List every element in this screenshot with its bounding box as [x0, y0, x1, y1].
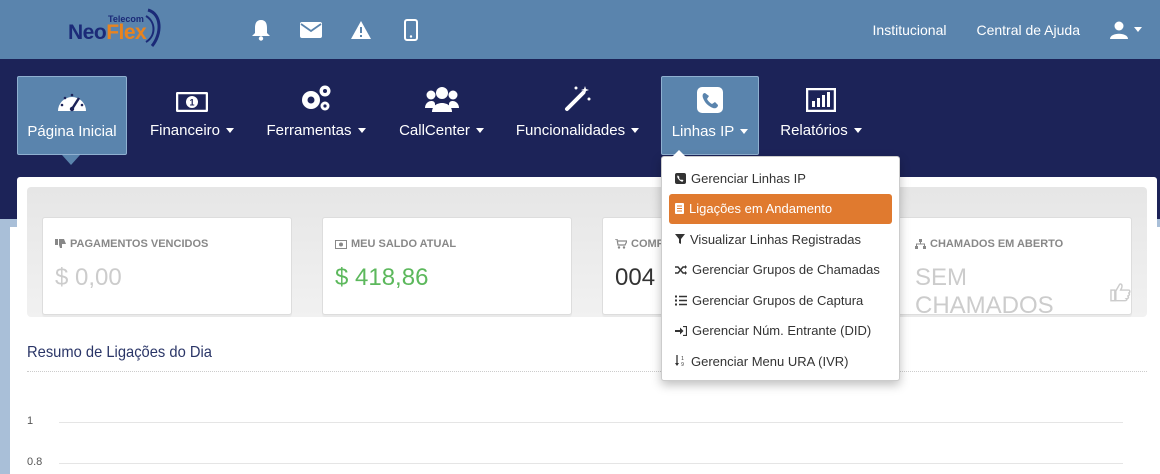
menu-item-gerenciar-grupos-de-chamadas[interactable]: Gerenciar Grupos de Chamadas	[669, 255, 892, 286]
notification-icons	[236, 15, 436, 45]
cart-icon	[615, 239, 627, 249]
card-title: CHAMADOS EM ABERTO	[930, 238, 1064, 250]
menu-item-label: Gerenciar Menu URA (IVR)	[691, 353, 849, 369]
top-links: Institucional Central de Ajuda	[873, 0, 1160, 59]
section-title: Resumo de Ligações do Dia	[27, 344, 212, 361]
menu-item-ligacoes-em-andamento[interactable]: Ligações em Andamento	[669, 193, 892, 224]
menu-item-label: Gerenciar Linhas IP	[691, 170, 806, 186]
chart-y-tick: 1	[27, 415, 34, 427]
menu-item-visualizar-linhas-registradas[interactable]: Visualizar Linhas Registradas	[669, 224, 892, 255]
svg-text:1: 1	[189, 98, 194, 108]
logo-text: NeoFlex	[68, 21, 147, 44]
magic-wand-icon	[564, 76, 592, 116]
sitemap-icon	[915, 239, 926, 249]
card-title: COMP	[631, 238, 664, 250]
active-nav-pointer	[62, 155, 80, 165]
card-meu-saldo-atual[interactable]: MEU SALDO ATUAL $ 418,86	[322, 217, 572, 315]
user-icon	[1110, 21, 1128, 39]
logo-swoosh-icon	[145, 8, 161, 47]
sort-numeric-icon: 19	[675, 355, 684, 367]
card-chamados-em-aberto[interactable]: CHAMADOS EM ABERTO SEM CHAMADOS	[882, 217, 1132, 319]
menu-item-label: Gerenciar Núm. Entrante (DID)	[692, 323, 872, 339]
phone-square-icon	[675, 172, 686, 184]
chart-y-tick: 0.8	[27, 456, 43, 468]
list-ol-icon	[675, 295, 687, 306]
chevron-down-icon	[631, 128, 640, 133]
bar-chart-icon	[806, 76, 836, 116]
menu-item-label: Visualizar Linhas Registradas	[690, 231, 862, 247]
card-value: SEM CHAMADOS	[915, 264, 1054, 319]
chevron-down-icon	[226, 128, 235, 133]
random-icon	[675, 264, 687, 275]
summary-cards: PAGAMENTOS VENCIDOS $ 0,00 MEU SALDO ATU…	[27, 187, 1147, 319]
menu-item-gerenciar-menu-ura-ivr[interactable]: 19 Gerenciar Menu URA (IVR)	[669, 346, 892, 377]
chevron-down-icon	[1134, 27, 1142, 32]
sign-in-icon	[675, 325, 687, 336]
warning-icon[interactable]	[336, 15, 386, 45]
nav-label: CallCenter	[399, 122, 470, 139]
user-menu[interactable]	[1110, 21, 1142, 39]
phone-icon	[697, 77, 723, 117]
menu-item-label: Gerenciar Grupos de Chamadas	[692, 262, 880, 278]
linhas-ip-dropdown: Gerenciar Linhas IP Ligações em Andament…	[661, 150, 900, 381]
nav-label: Funcionalidades	[515, 122, 626, 139]
card-title: MEU SALDO ATUAL	[351, 238, 457, 250]
nav-funcionalidades[interactable]: Funcionalidades	[510, 76, 645, 155]
nav-relatorios[interactable]: Relatórios	[775, 76, 867, 155]
users-icon	[424, 76, 459, 116]
menu-item-gerenciar-grupos-de-captura[interactable]: Gerenciar Grupos de Captura	[669, 285, 892, 316]
card-value: $ 0,00	[55, 264, 122, 291]
neoflex-logo[interactable]: Telecom NeoFlex	[68, 8, 168, 52]
filter-icon	[675, 234, 685, 245]
nav-ferramentas[interactable]: Ferramentas	[260, 76, 372, 155]
envelope-icon[interactable]	[286, 15, 336, 45]
menu-item-label: Ligações em Andamento	[689, 201, 833, 217]
thumbs-up-icon	[1109, 283, 1131, 302]
mobile-icon[interactable]	[386, 15, 436, 45]
chevron-down-icon	[475, 128, 484, 133]
menu-item-gerenciar-linhas-ip[interactable]: Gerenciar Linhas IP	[669, 163, 892, 194]
nav-linhas-ip[interactable]: Linhas IP	[661, 76, 759, 155]
link-central-de-ajuda[interactable]: Central de Ajuda	[976, 22, 1080, 38]
nav-label: Linhas IP	[671, 123, 735, 140]
main-content: PAGAMENTOS VENCIDOS $ 0,00 MEU SALDO ATU…	[0, 177, 1160, 474]
gears-icon	[300, 76, 332, 116]
dashboard-panel: PAGAMENTOS VENCIDOS $ 0,00 MEU SALDO ATU…	[17, 177, 1157, 474]
nav-pagina-inicial[interactable]: Página Inicial	[17, 76, 127, 155]
nav-callcenter[interactable]: CallCenter	[393, 76, 490, 155]
card-pagamentos-vencidos[interactable]: PAGAMENTOS VENCIDOS $ 0,00	[42, 217, 292, 315]
money-icon: 1	[176, 76, 208, 116]
bell-icon[interactable]	[236, 15, 286, 45]
menu-item-gerenciar-num-entrante-did[interactable]: Gerenciar Núm. Entrante (DID)	[669, 316, 892, 347]
card-value: $ 418,86	[335, 264, 429, 291]
nav-financeiro[interactable]: 1 Financeiro	[143, 76, 241, 155]
money-icon	[335, 239, 347, 249]
thumbs-down-icon	[55, 239, 66, 248]
svg-text:9: 9	[681, 362, 684, 367]
list-icon	[675, 203, 684, 215]
nav-label: Relatórios	[780, 122, 848, 139]
nav-label: Página Inicial	[27, 123, 117, 140]
nav-label: Financeiro	[149, 122, 221, 139]
top-bar: Telecom NeoFlex Institucional Central de…	[0, 0, 1160, 59]
dashboard-icon	[56, 77, 88, 117]
chevron-down-icon	[853, 128, 862, 133]
menu-item-label: Gerenciar Grupos de Captura	[692, 292, 864, 308]
card-title: PAGAMENTOS VENCIDOS	[70, 238, 209, 250]
link-institucional[interactable]: Institucional	[873, 22, 947, 38]
chevron-down-icon	[357, 128, 366, 133]
nav-label: Ferramentas	[266, 122, 352, 139]
chevron-down-icon	[740, 129, 749, 134]
